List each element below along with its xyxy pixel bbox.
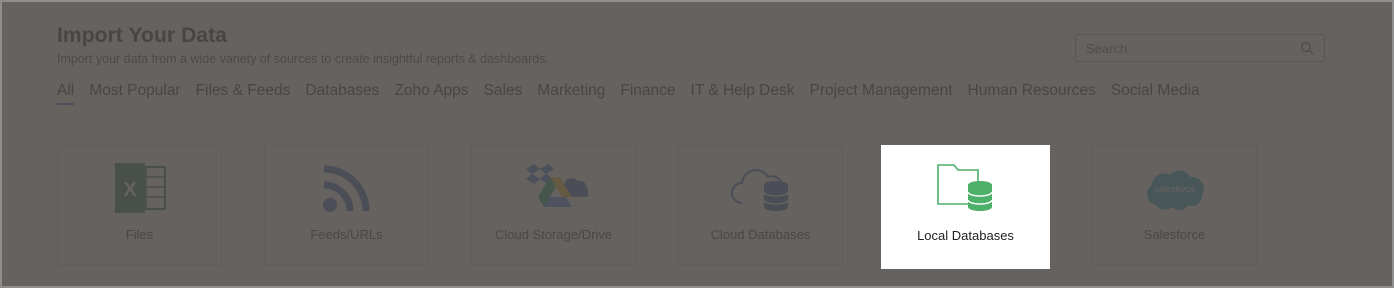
tab-all[interactable]: All [57,82,75,105]
tab-databases[interactable]: Databases [305,82,379,105]
source-card-label: Feeds/URLs [310,227,383,242]
tab-files-feeds[interactable]: Files & Feeds [196,82,291,105]
page-title: Import Your Data [57,24,228,47]
source-card-label: Salesforce [1143,227,1206,242]
local-database-icon [936,163,996,216]
cloud-database-icon [730,163,792,218]
tab-social-media[interactable]: Social Media [1111,82,1200,105]
svg-text:X: X [123,179,137,201]
tab-marketing[interactable]: Marketing [537,82,605,105]
salesforce-icon: salesforce [1142,165,1208,216]
source-card-label: Cloud Databases [710,227,811,242]
rss-feed-icon [322,163,372,218]
source-card-feeds[interactable]: Feeds/URLs [264,145,429,265]
source-card-files[interactable]: X Files [57,145,222,265]
excel-icon: X [113,162,167,218]
page-header: Import Your Data Import your data from a… [57,24,549,66]
tab-sales[interactable]: Sales [484,82,523,105]
source-card-cloud-storage[interactable]: Cloud Storage/Drive [471,145,636,265]
tab-project-management[interactable]: Project Management [810,82,953,105]
source-cards: X Files Feeds/URLs Cloud Storage/Drive C… [2,145,1392,270]
search-input[interactable] [1076,35,1306,61]
search-box[interactable] [1075,34,1325,62]
import-data-dialog: Import Your Data Import your data from a… [0,0,1394,288]
page-subtitle: Import your data from a wide variety of … [57,52,549,66]
source-card-label: Cloud Storage/Drive [494,227,613,242]
source-card-cloud-databases[interactable]: Cloud Databases [678,145,843,265]
tab-finance[interactable]: Finance [620,82,675,105]
source-card-salesforce[interactable]: salesforce Salesforce [1092,145,1257,265]
source-card-label: Local Databases [917,228,1014,243]
search-icon[interactable] [1300,41,1314,60]
tab-most-popular[interactable]: Most Popular [89,82,180,105]
tab-it-help-desk[interactable]: IT & Help Desk [691,82,795,105]
source-card-local-databases[interactable]: Local Databases [881,145,1050,269]
svg-text:salesforce: salesforce [1154,184,1195,194]
source-card-label: Files [125,227,154,242]
category-tabs: All Most Popular Files & Feeds Databases… [57,82,1215,105]
tab-zoho-apps[interactable]: Zoho Apps [394,82,468,105]
tab-human-resources[interactable]: Human Resources [968,82,1096,105]
cloud-storage-icon [520,163,590,218]
